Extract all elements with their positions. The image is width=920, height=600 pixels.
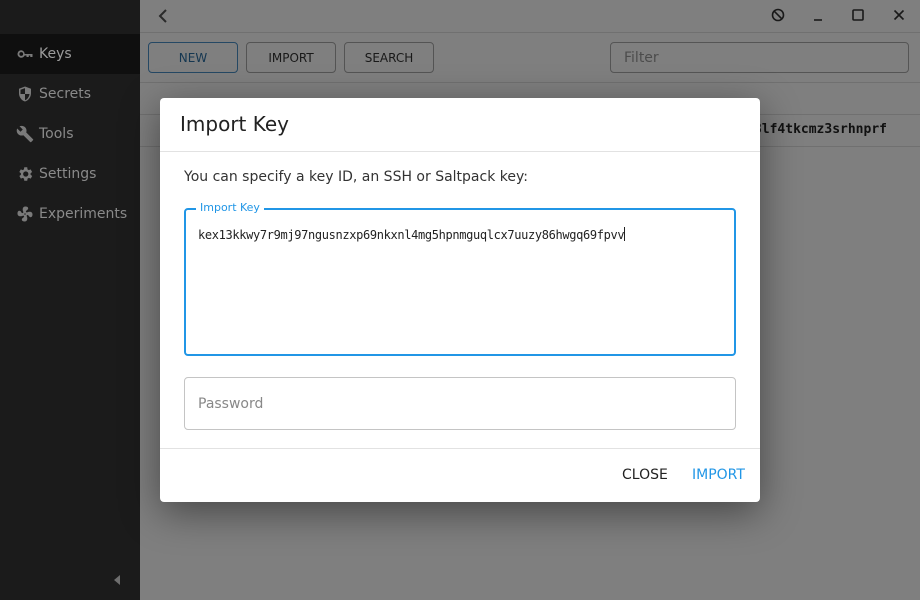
sidebar-item-settings[interactable]: Settings: [0, 154, 140, 194]
import-key-value: kex13kkwy7r9mj97ngusnzxp69nkxnl4mg5hpnmg…: [198, 227, 626, 242]
wrench-icon: [16, 125, 34, 143]
sidebar-nav: Keys Secrets Tools Settings Experiments: [0, 34, 140, 234]
sidebar: Keys Secrets Tools Settings Experiments: [0, 0, 140, 600]
sidebar-item-secrets[interactable]: Secrets: [0, 74, 140, 114]
dialog-title: Import Key: [160, 98, 760, 152]
import-key-textarea[interactable]: Import Key kex13kkwy7r9mj97ngusnzxp69nkx…: [184, 201, 736, 356]
sidebar-item-label: Experiments: [39, 206, 128, 222]
sidebar-item-experiments[interactable]: Experiments: [0, 194, 140, 234]
dialog-actions: CLOSE IMPORT: [160, 448, 760, 502]
sidebar-item-label: Settings: [39, 166, 97, 182]
fan-icon: [16, 205, 34, 223]
dialog-description: You can specify a key ID, an SSH or Salt…: [184, 169, 528, 185]
sidebar-item-tools[interactable]: Tools: [0, 114, 140, 154]
import-key-text: kex13kkwy7r9mj97ngusnzxp69nkxnl4mg5hpnmg…: [198, 228, 625, 242]
sidebar-item-label: Secrets: [39, 86, 92, 102]
gear-icon: [16, 165, 34, 183]
password-input[interactable]: Password: [184, 377, 736, 430]
sidebar-item-label: Keys: [39, 46, 72, 62]
collapse-left-icon[interactable]: [112, 571, 122, 585]
close-button[interactable]: CLOSE: [622, 467, 668, 483]
text-caret: [624, 227, 626, 241]
import-confirm-button[interactable]: IMPORT: [692, 467, 745, 483]
sidebar-item-label: Tools: [39, 126, 74, 142]
import-key-dialog: Import Key You can specify a key ID, an …: [160, 98, 760, 502]
shield-icon: [16, 85, 34, 103]
sidebar-item-keys[interactable]: Keys: [0, 34, 140, 74]
import-key-label: Import Key: [196, 201, 264, 214]
key-icon: [16, 45, 34, 63]
